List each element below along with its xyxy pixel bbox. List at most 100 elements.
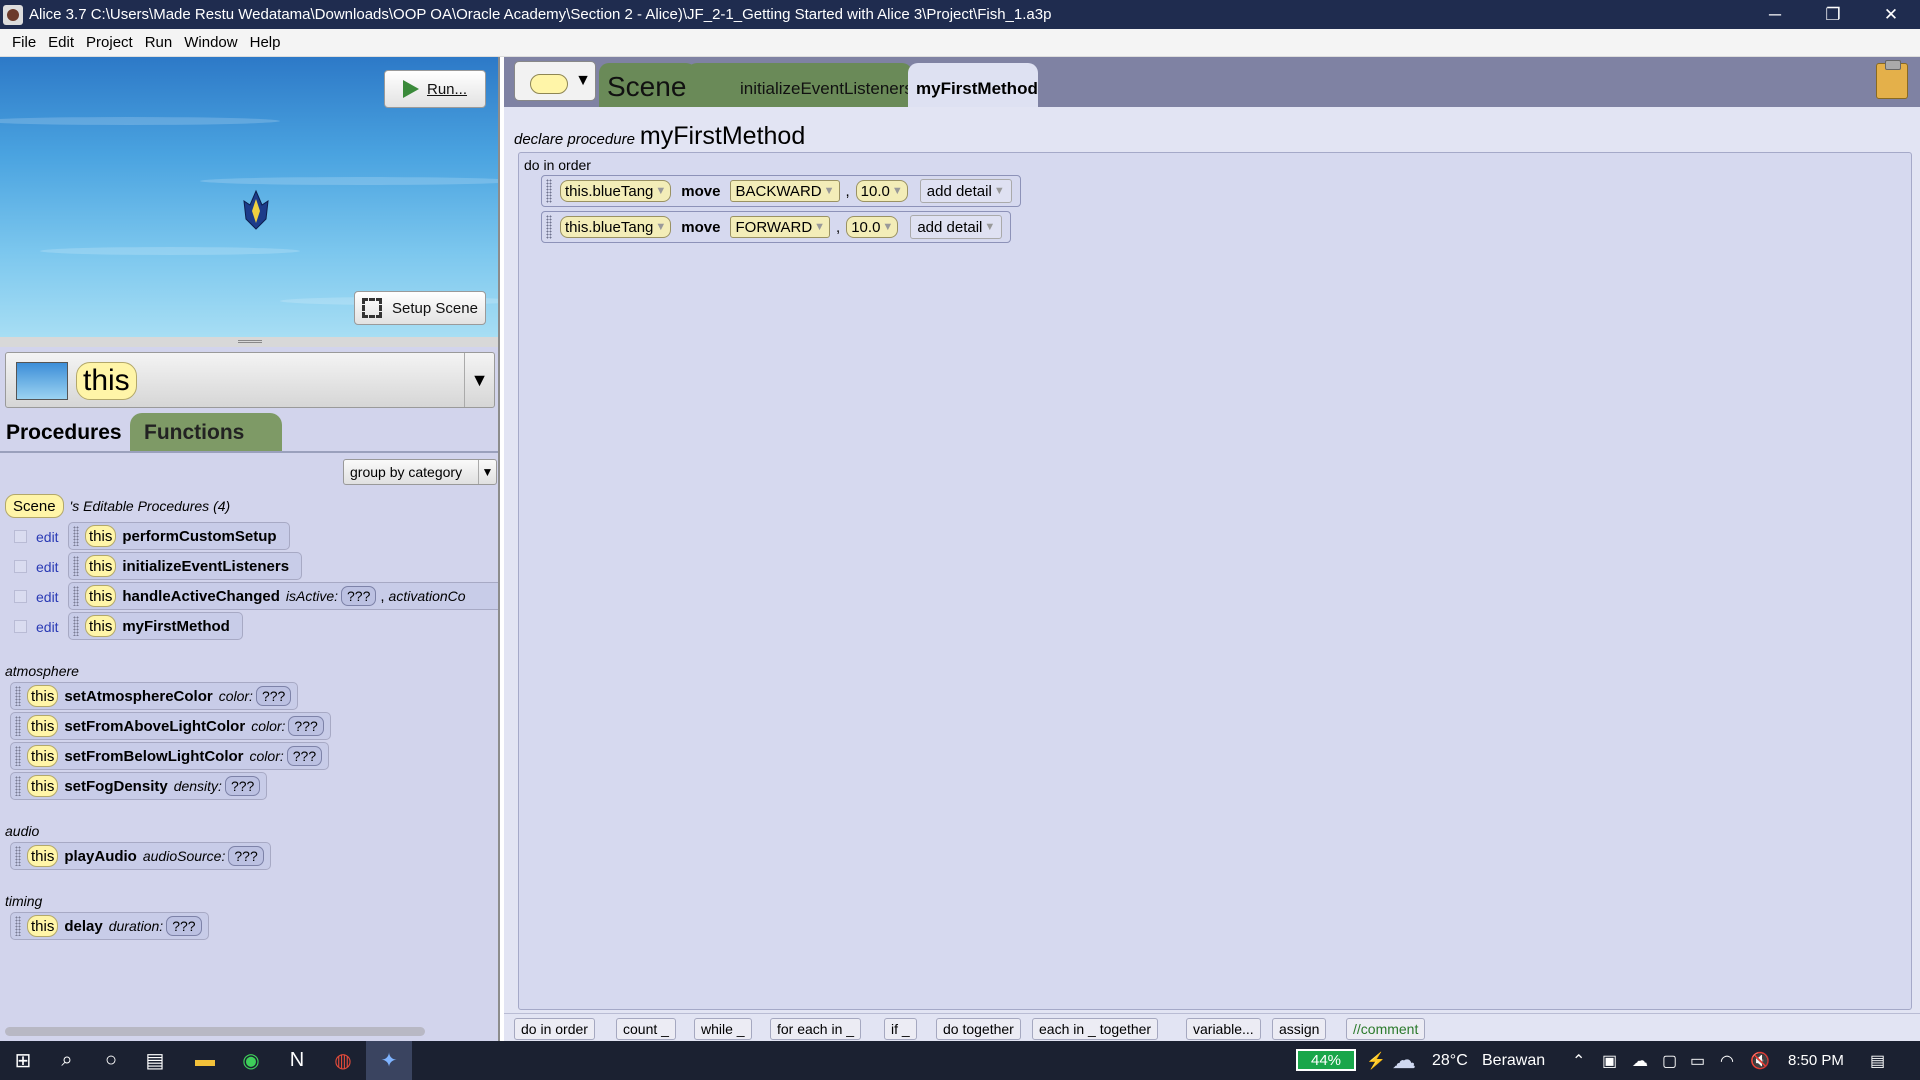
procedure-tile-playAudio[interactable]: this playAudio audioSource: ???	[10, 842, 271, 870]
procedure-checkbox[interactable]	[14, 530, 27, 543]
edit-link-initializeEventListeners[interactable]: edit	[36, 559, 59, 575]
drag-grip-icon[interactable]	[15, 746, 21, 766]
drag-grip-icon[interactable]	[15, 686, 21, 706]
menu-project[interactable]: Project	[86, 34, 133, 51]
wifi-icon[interactable]: ◠	[1720, 1041, 1734, 1080]
panel-splitter[interactable]	[0, 337, 500, 347]
tab-initializeEventListeners[interactable]: initializeEventListeners	[687, 63, 913, 107]
close-button[interactable]: ✕	[1862, 0, 1920, 29]
control-assign[interactable]: assign	[1272, 1018, 1327, 1040]
alice-taskbar-icon[interactable]: ✦	[366, 1041, 412, 1080]
scene-view[interactable]: Run... Setup Scene	[0, 57, 500, 337]
procedure-checkbox[interactable]	[14, 560, 27, 573]
chrome-icon[interactable]: ◍	[320, 1041, 366, 1080]
menu-file[interactable]: File	[12, 34, 36, 51]
run-button[interactable]: Run...	[384, 70, 486, 108]
instance-selector[interactable]: this ▼	[5, 352, 495, 408]
procedure-tile-myFirstMethod[interactable]: this myFirstMethod	[68, 612, 243, 640]
param-value[interactable]: ???	[341, 586, 377, 606]
procedure-tile-setFromBelowLightColor[interactable]: this setFromBelowLightColor color: ???	[10, 742, 330, 770]
drag-grip-icon[interactable]	[546, 215, 552, 239]
control-count[interactable]: count _	[616, 1018, 676, 1040]
control-while[interactable]: while _	[694, 1018, 752, 1040]
control-variable[interactable]: variable...	[1186, 1018, 1261, 1040]
restore-button[interactable]: ❐	[1804, 0, 1862, 29]
tab-myFirstMethod[interactable]: myFirstMethod	[908, 63, 1038, 107]
procedure-tile-delay[interactable]: this delay duration: ???	[10, 912, 209, 940]
statement-move-forward[interactable]: this.blueTang ▼ move FORWARD ▼ , 10.0 ▼ add…	[541, 211, 1012, 243]
drag-grip-icon[interactable]	[73, 586, 79, 606]
direction-value[interactable]: BACKWARD ▼	[730, 180, 840, 202]
menu-help[interactable]: Help	[250, 34, 281, 51]
control-do-in-order[interactable]: do in order	[514, 1018, 595, 1040]
procedure-tile-setAtmosphereColor[interactable]: this setAtmosphereColor color: ???	[10, 682, 299, 710]
temperature[interactable]: 28°C	[1432, 1041, 1468, 1080]
control-each-in-together[interactable]: each in _ together	[1032, 1018, 1159, 1040]
search-icon[interactable]: ⌕	[44, 1041, 90, 1080]
tab-functions[interactable]: Functions	[130, 413, 282, 451]
control-for-each-in[interactable]: for each in _	[770, 1018, 862, 1040]
battery-icon[interactable]: ▭	[1690, 1041, 1705, 1080]
weather-description[interactable]: Berawan	[1482, 1041, 1545, 1080]
battery-indicator[interactable]: 44%	[1296, 1049, 1356, 1071]
notifications-icon[interactable]: ▤	[1870, 1041, 1885, 1080]
drag-grip-icon[interactable]	[15, 716, 21, 736]
param-value[interactable]: ???	[166, 916, 202, 936]
file-explorer-icon[interactable]: ▬	[182, 1041, 228, 1080]
horizontal-scrollbar[interactable]	[5, 1027, 425, 1036]
add-detail-button[interactable]: add detail ▼	[919, 179, 1012, 203]
notion-icon[interactable]: N	[274, 1041, 320, 1080]
do-in-order-block[interactable]: do in order this.blueTang ▼ move BACKWARD…	[518, 152, 1912, 1010]
edit-link-handleActiveChanged[interactable]: edit	[36, 589, 59, 605]
blue-tang-fish[interactable]	[238, 189, 274, 231]
procedure-tile-handleActiveChanged[interactable]: this handleActiveChanged isActive: ??? ,…	[68, 582, 498, 610]
windows-start-icon[interactable]: ⊞	[0, 1041, 46, 1080]
param-value[interactable]: ???	[288, 716, 324, 736]
clock[interactable]: 8:50 PM	[1788, 1041, 1844, 1080]
add-detail-button[interactable]: add detail ▼	[910, 215, 1003, 239]
drag-grip-icon[interactable]	[15, 846, 21, 866]
onedrive-icon[interactable]: ☁	[1632, 1041, 1648, 1080]
direction-value[interactable]: FORWARD ▼	[730, 216, 831, 238]
amount-value[interactable]: 10.0 ▼	[855, 180, 908, 202]
menu-run[interactable]: Run	[145, 34, 173, 51]
procedure-tile-setFogDensity[interactable]: this setFogDensity density: ???	[10, 772, 268, 800]
param-value[interactable]: ???	[286, 746, 323, 766]
object-reference[interactable]: this.blueTang ▼	[560, 216, 672, 238]
procedure-tile-initializeEventListeners[interactable]: this initializeEventListeners	[68, 552, 303, 580]
setup-scene-button[interactable]: Setup Scene	[354, 291, 486, 325]
type-selector[interactable]: ▼	[514, 61, 596, 101]
group-by-select[interactable]: group by category ▼	[343, 459, 497, 485]
clipboard-icon[interactable]	[1876, 60, 1908, 99]
drag-grip-icon[interactable]	[15, 916, 21, 936]
meet-now-icon[interactable]: ▣	[1602, 1041, 1617, 1080]
procedure-tile-setFromAboveLightColor[interactable]: this setFromAboveLightColor color: ???	[10, 712, 331, 740]
drag-grip-icon[interactable]	[15, 776, 21, 796]
procedure-checkbox[interactable]	[14, 590, 27, 603]
amount-value[interactable]: 10.0 ▼	[846, 216, 899, 238]
control-if[interactable]: if _	[884, 1018, 917, 1040]
drag-grip-icon[interactable]	[73, 526, 79, 546]
edit-link-myFirstMethod[interactable]: edit	[36, 619, 59, 635]
volume-muted-icon[interactable]: 🔇	[1750, 1041, 1770, 1080]
whatsapp-icon[interactable]: ◉	[228, 1041, 274, 1080]
drag-grip-icon[interactable]	[73, 616, 79, 636]
statement-move-backward[interactable]: this.blueTang ▼ move BACKWARD ▼ , 10.0 ▼ ad…	[541, 175, 1021, 207]
chevron-up-icon[interactable]: ⌃	[1572, 1041, 1585, 1080]
procedure-checkbox[interactable]	[14, 620, 27, 633]
menu-edit[interactable]: Edit	[48, 34, 74, 51]
object-reference[interactable]: this.blueTang ▼	[560, 180, 672, 202]
drag-grip-icon[interactable]	[73, 556, 79, 576]
control-do-together[interactable]: do together	[936, 1018, 1021, 1040]
drag-grip-icon[interactable]	[546, 179, 552, 203]
procedure-tile-performCustomSetup[interactable]: this performCustomSetup	[68, 522, 290, 550]
param-value[interactable]: ???	[224, 776, 261, 796]
chevron-down-icon[interactable]: ▼	[464, 353, 494, 407]
splitter-grip[interactable]	[238, 340, 262, 343]
task-view-icon[interactable]: ▤	[132, 1041, 178, 1080]
edit-link-performCustomSetup[interactable]: edit	[36, 529, 59, 545]
menu-window[interactable]: Window	[184, 34, 237, 51]
tab-procedures[interactable]: Procedures	[0, 413, 128, 451]
control-comment[interactable]: //comment	[1346, 1018, 1426, 1040]
param-value[interactable]: ???	[255, 686, 292, 706]
